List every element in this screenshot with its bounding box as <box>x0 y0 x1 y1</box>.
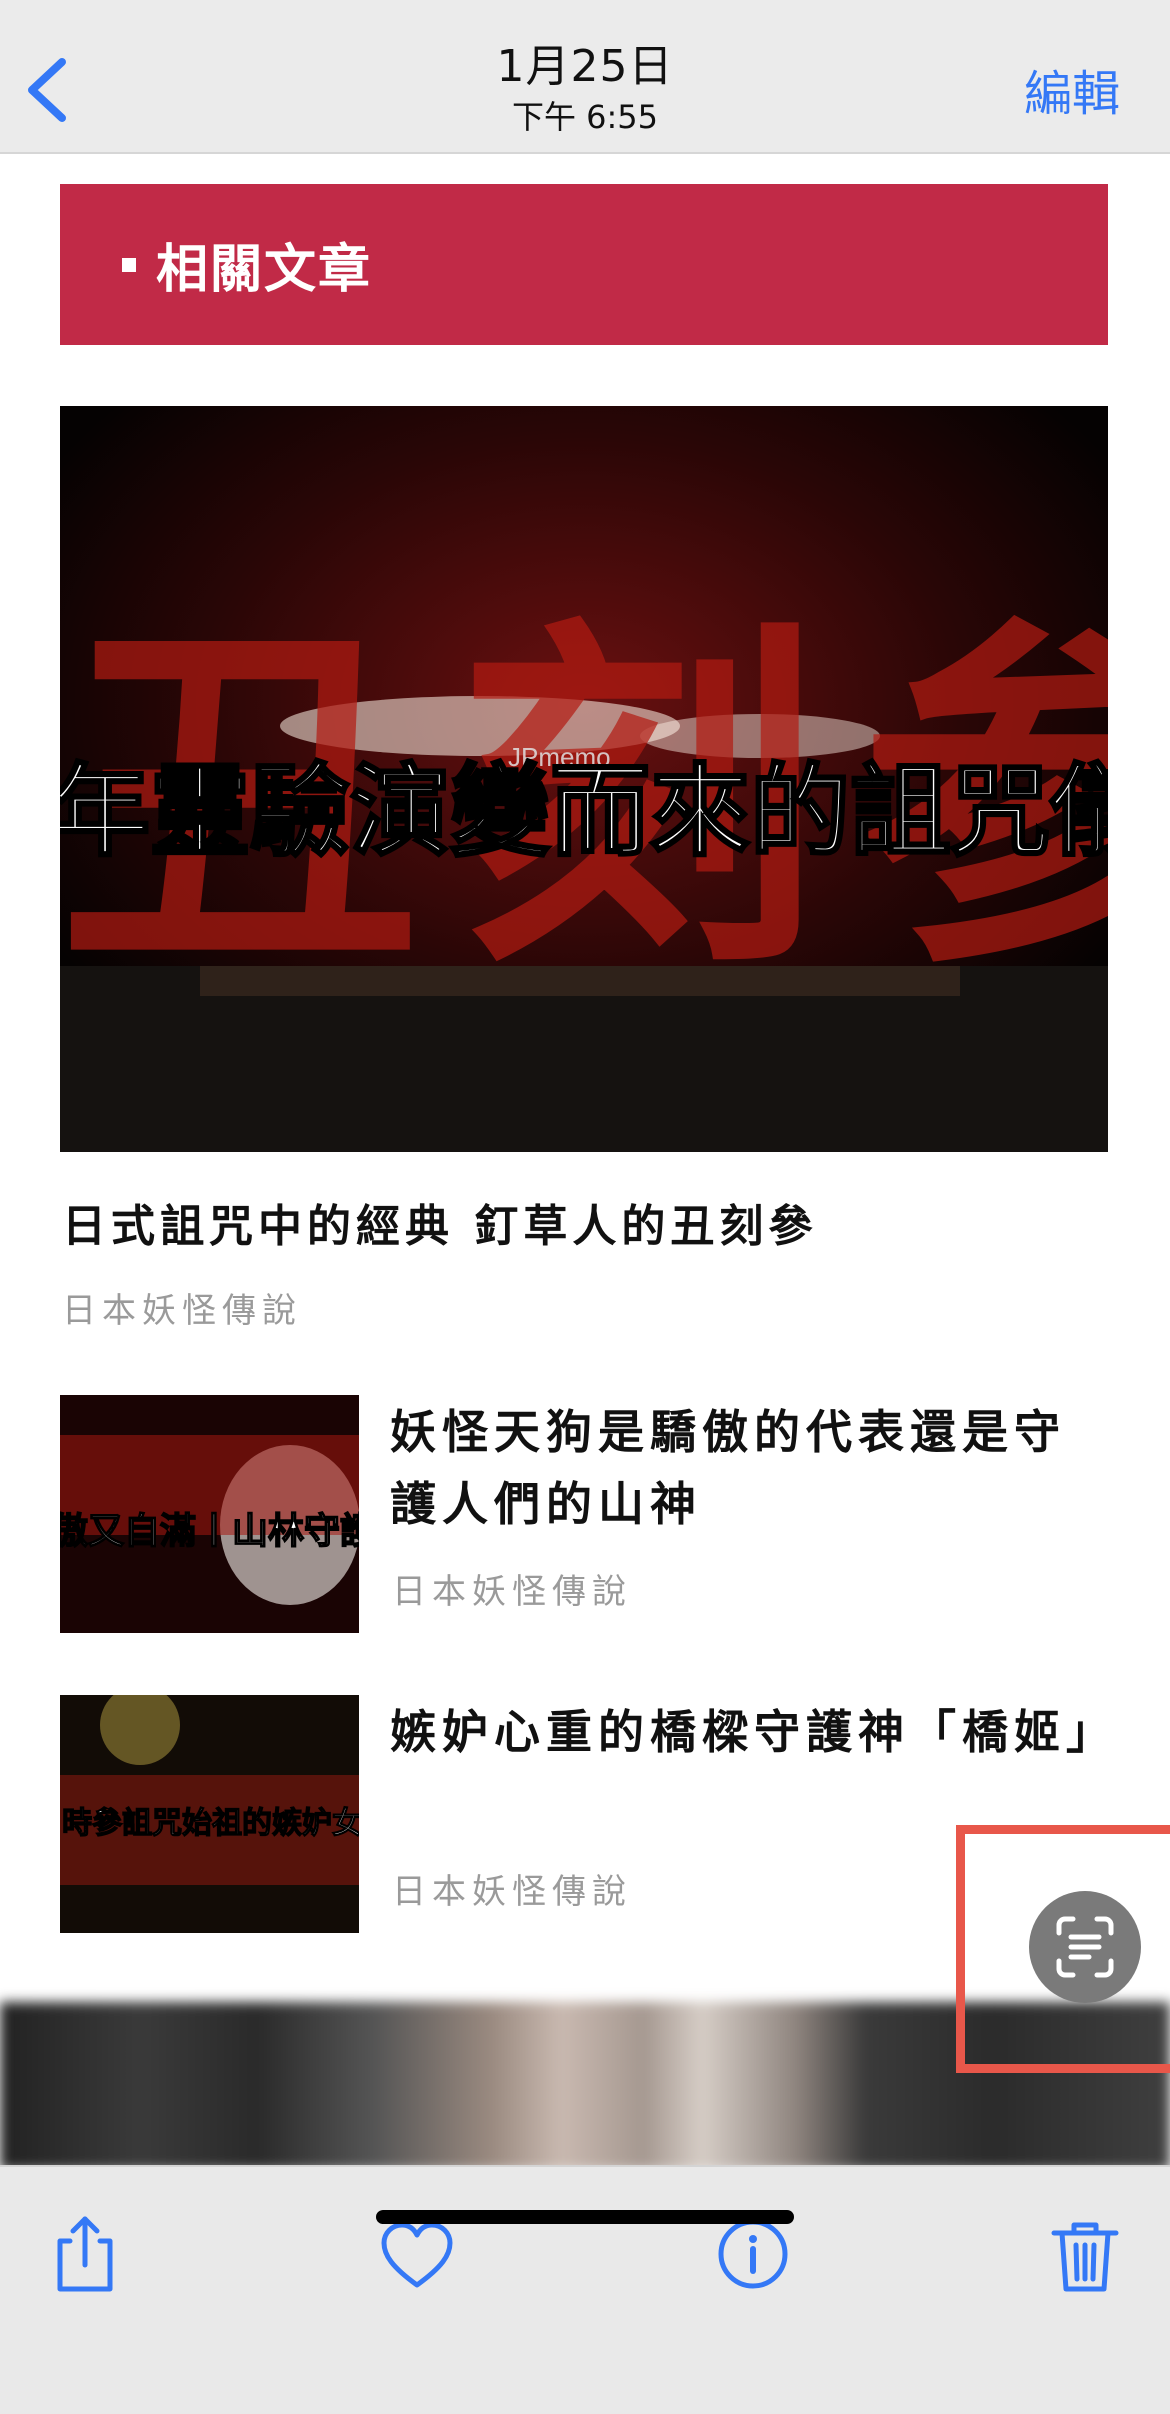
live-text-icon <box>1056 1916 1114 1978</box>
article-title[interactable]: 妖怪天狗是驕傲的代表還是守護人們的山神 <box>390 1396 1110 1540</box>
thumbnail-text: 時參詛咒始祖的嫉妒女 <box>62 1806 359 1841</box>
article-thumbnail[interactable]: 時參詛咒始祖的嫉妒女 <box>60 1695 359 1933</box>
home-indicator <box>376 2210 794 2224</box>
photo-time: 下午 6:55 <box>511 98 659 136</box>
share-icon <box>57 2216 113 2292</box>
thumbnail-text: 傲又自滿丨山林守護 <box>60 1510 359 1552</box>
trash-icon <box>1051 2222 1119 2292</box>
delete-button[interactable] <box>1040 2209 1130 2299</box>
share-button[interactable] <box>40 2209 130 2299</box>
hero-image[interactable]: 丑刻参 JPmemo 年靈驗演變而來的詛咒儀 <box>60 406 1108 1152</box>
article-category: 日本妖怪傳說 <box>62 1291 302 1331</box>
section-title: 相關文章 <box>156 240 373 300</box>
article-category: 日本妖怪傳說 <box>392 1572 632 1612</box>
live-text-button[interactable] <box>1029 1891 1141 2003</box>
photo-date: 1月25日 <box>496 41 674 92</box>
hero-artwork: 丑刻参 JPmemo 年靈驗演變而來的詛咒儀 <box>60 406 1108 1152</box>
edit-button[interactable]: 編輯 <box>1024 54 1120 124</box>
article-title-main[interactable]: 日式詛咒中的經典 釘草人的丑刻參 <box>62 1190 817 1254</box>
article-category: 日本妖怪傳說 <box>392 1872 632 1912</box>
hero-overlay-text: 年靈驗演變而來的詛咒儀 <box>60 752 1108 870</box>
article-thumbnail[interactable]: 傲又自滿丨山林守護 <box>60 1395 359 1633</box>
navigation-bar: 1月25日 下午 6:55 編輯 <box>0 0 1170 154</box>
thumbnail-artwork: 時參詛咒始祖的嫉妒女 <box>60 1695 359 1933</box>
bottom-toolbar <box>0 2165 1170 2414</box>
thumbnail-artwork: 傲又自滿丨山林守護 <box>60 1395 359 1633</box>
article-title[interactable]: 嫉妒心重的橋樑守護神「橋姬」 <box>390 1696 1112 1768</box>
related-articles-header: 相關文章 <box>60 184 1108 345</box>
bullet-icon <box>122 257 136 272</box>
